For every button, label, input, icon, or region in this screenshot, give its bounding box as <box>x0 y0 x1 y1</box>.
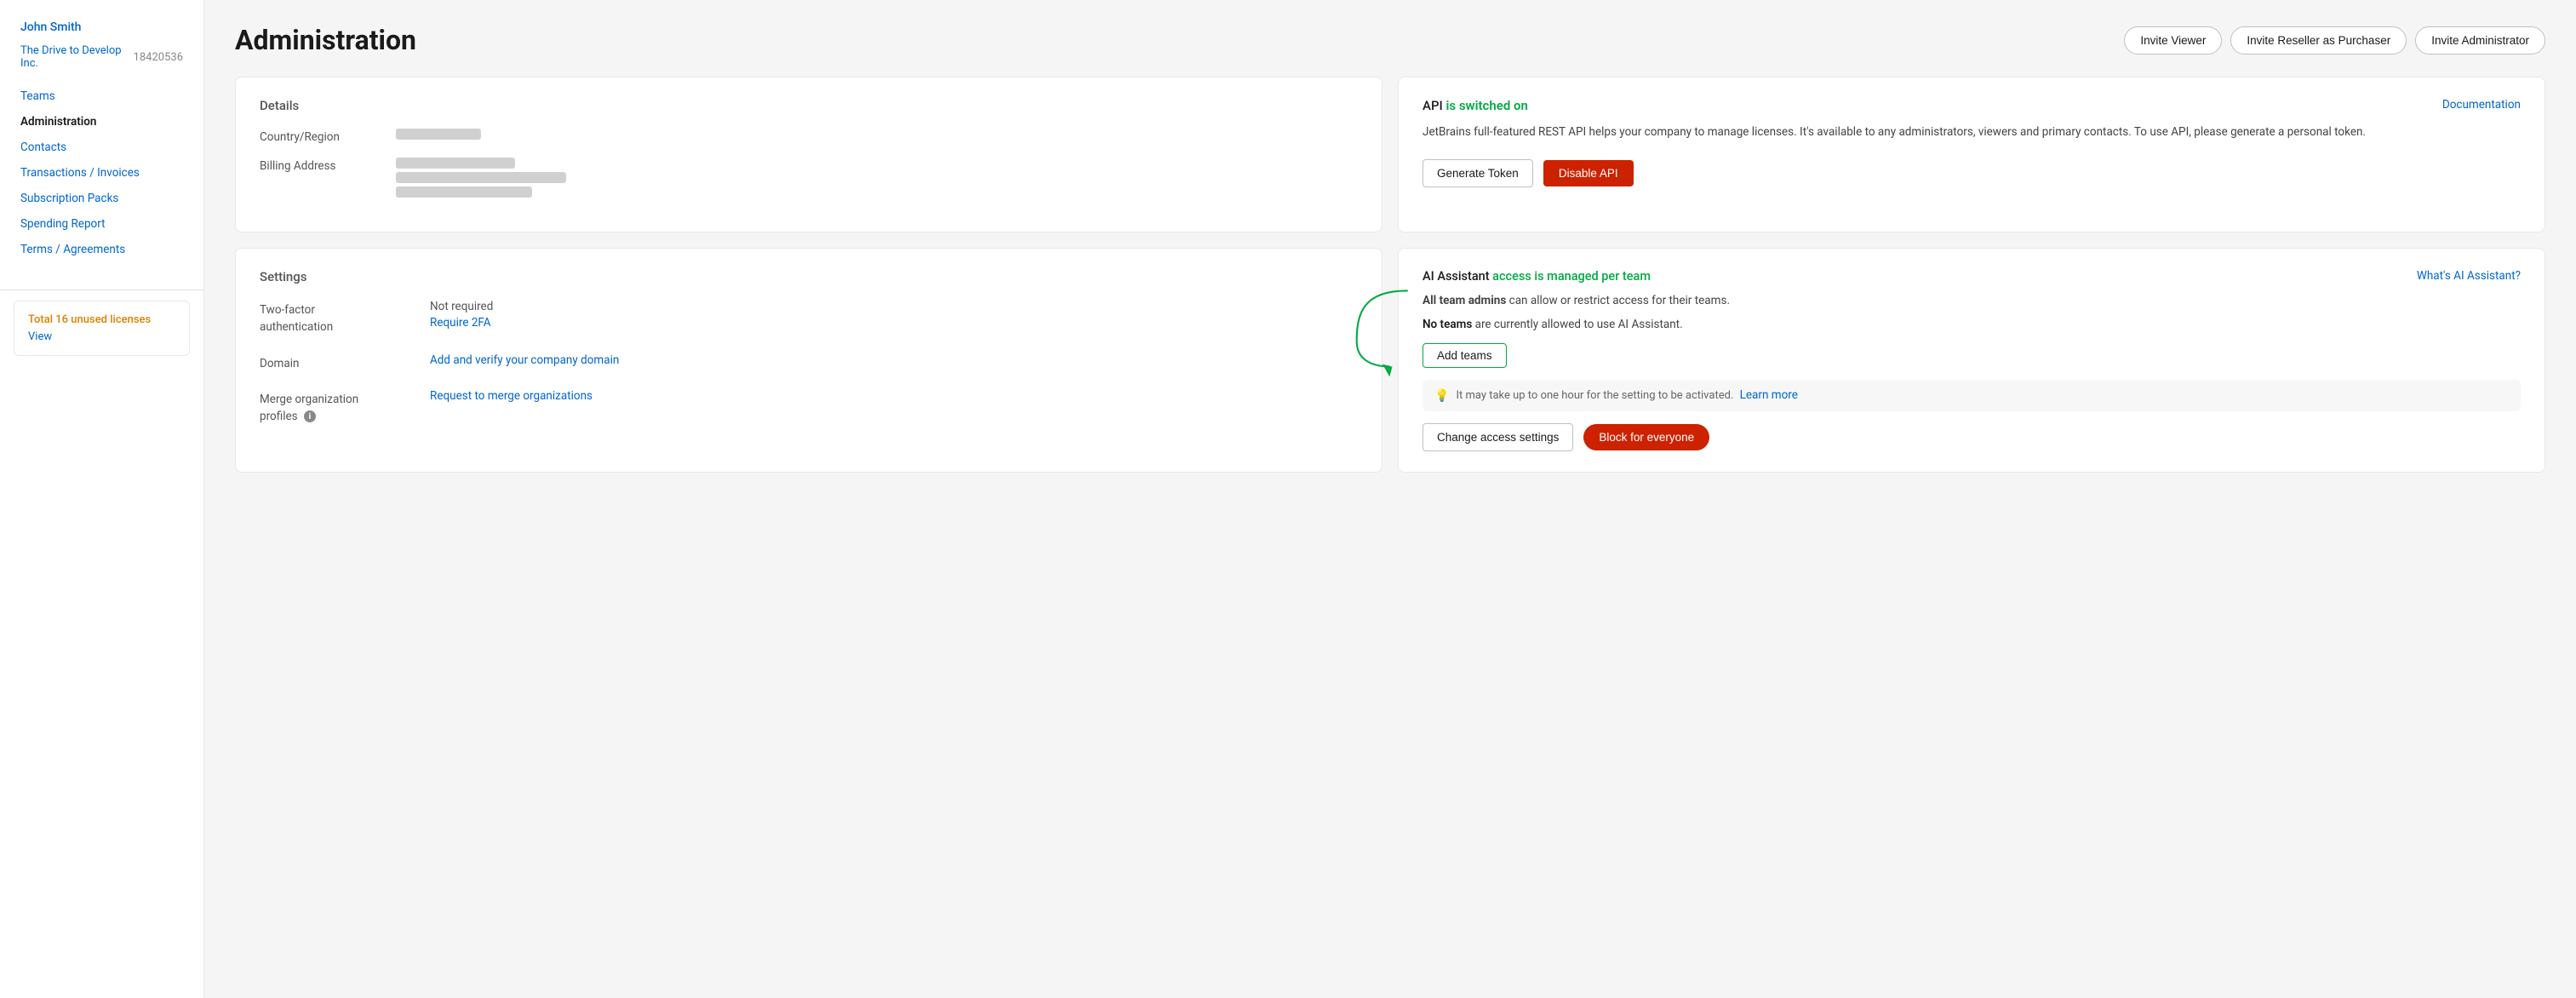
settings-value-merge: Request to merge organizations <box>430 389 592 403</box>
detail-value-country <box>396 129 481 140</box>
sidebar-item-spending-report[interactable]: Spending Report <box>0 211 203 237</box>
ai-status-text: access is managed per team <box>1492 269 1651 284</box>
org-id: 18420536 <box>134 51 183 64</box>
main-header: Administration Invite Viewer Invite Rese… <box>235 24 2545 56</box>
license-total: Total 16 unused licenses <box>28 313 175 326</box>
details-card-title: Details <box>260 98 1358 113</box>
app-layout: John Smith The Drive to Develop Inc. 184… <box>0 0 2576 998</box>
license-view-link[interactable]: View <box>28 330 52 343</box>
detail-row-country: Country/Region <box>260 129 1358 144</box>
ai-no-teams-bold: No teams <box>1423 318 1472 331</box>
ai-title: AI Assistant access is managed per team <box>1423 269 1651 284</box>
learn-more-link[interactable]: Learn more <box>1740 388 1798 402</box>
settings-label-merge: Merge organizationprofiles i <box>260 389 430 426</box>
settings-card: Settings Two-factorauthentication Not re… <box>235 248 1382 473</box>
detail-value-billing <box>396 158 566 198</box>
sidebar-item-subscription-packs[interactable]: Subscription Packs <box>0 186 203 211</box>
user-name-link[interactable]: John Smith <box>20 20 81 34</box>
api-description: JetBrains full-featured REST API helps y… <box>1423 123 2521 142</box>
sidebar-item-transactions[interactable]: Transactions / Invoices <box>0 160 203 186</box>
require-2fa-link[interactable]: Require 2FA <box>430 316 493 330</box>
sidebar-item-terms[interactable]: Terms / Agreements <box>0 237 203 262</box>
page-title: Administration <box>235 24 416 56</box>
main-content: Administration Invite Viewer Invite Rese… <box>204 0 2576 998</box>
billing-blurred-1 <box>396 158 515 169</box>
settings-label-2fa: Two-factorauthentication <box>260 300 430 336</box>
detail-label-billing: Billing Address <box>260 158 396 173</box>
invite-reseller-button[interactable]: Invite Reseller as Purchaser <box>2230 26 2407 54</box>
settings-row-2fa: Two-factorauthentication Not required Re… <box>260 300 1358 336</box>
ai-info-text: It may take up to one hour for the setti… <box>1456 388 1797 402</box>
ai-no-teams-suffix: are currently allowed to use AI Assistan… <box>1472 318 1682 331</box>
invite-admin-button[interactable]: Invite Administrator <box>2415 26 2545 54</box>
billing-blurred-2 <box>396 172 566 183</box>
merge-org-link[interactable]: Request to merge organizations <box>430 389 592 403</box>
bulb-icon: 💡 <box>1434 389 1449 403</box>
sidebar: John Smith The Drive to Develop Inc. 184… <box>0 0 204 998</box>
add-teams-container: Add teams <box>1423 343 1507 368</box>
ai-footer-buttons: Change access settings Block for everyon… <box>1423 423 2521 451</box>
detail-label-country: Country/Region <box>260 129 396 144</box>
sidebar-org: The Drive to Develop Inc. 18420536 <box>0 41 203 83</box>
sidebar-item-contacts[interactable]: Contacts <box>0 135 203 160</box>
api-title-prefix: API <box>1423 98 1446 113</box>
detail-row-billing: Billing Address <box>260 158 1358 198</box>
settings-label-domain: Domain <box>260 353 430 372</box>
ai-desc-team-admins: All team admins can allow or restrict ac… <box>1423 292 2521 311</box>
org-name-link[interactable]: The Drive to Develop Inc. <box>20 44 127 70</box>
merge-info-icon[interactable]: i <box>304 410 316 422</box>
change-access-button[interactable]: Change access settings <box>1423 423 1573 451</box>
api-card: API is switched on Documentation JetBrai… <box>1398 77 2545 232</box>
block-everyone-button[interactable]: Block for everyone <box>1583 424 1709 450</box>
details-card: Details Country/Region Billing Address <box>235 77 1382 232</box>
generate-token-button[interactable]: Generate Token <box>1423 159 1533 187</box>
settings-value-domain: Add and verify your company domain <box>430 353 619 367</box>
api-documentation-link[interactable]: Documentation <box>2442 98 2521 112</box>
sidebar-item-administration: Administration <box>0 109 203 135</box>
settings-row-merge: Merge organizationprofiles i Request to … <box>260 389 1358 426</box>
ai-desc-suffix: can allow or restrict access for their t… <box>1506 294 1730 307</box>
header-buttons: Invite Viewer Invite Reseller as Purchas… <box>2124 26 2545 54</box>
invite-viewer-button[interactable]: Invite Viewer <box>2124 26 2222 54</box>
add-domain-link[interactable]: Add and verify your company domain <box>430 353 619 367</box>
disable-api-button[interactable]: Disable API <box>1543 160 1634 186</box>
license-box: Total 16 unused licenses View <box>14 301 190 356</box>
add-teams-button[interactable]: Add teams <box>1423 343 1507 368</box>
ai-desc-bold: All team admins <box>1423 294 1506 307</box>
sidebar-item-teams[interactable]: Teams <box>0 83 203 109</box>
sidebar-nav: Teams Administration Contacts Transactio… <box>0 83 203 276</box>
api-title: API is switched on <box>1423 98 1528 113</box>
settings-card-title: Settings <box>260 269 1358 284</box>
api-buttons: Generate Token Disable API <box>1423 159 2521 187</box>
billing-blurred-3 <box>396 186 532 198</box>
ai-title-prefix: AI Assistant <box>1423 269 1492 284</box>
cards-grid: Details Country/Region Billing Address <box>235 77 2545 473</box>
settings-value-2fa: Not required Require 2FA <box>430 300 493 330</box>
api-card-header: API is switched on Documentation <box>1423 98 2521 113</box>
2fa-value-text: Not required <box>430 300 493 313</box>
ai-no-teams-note: No teams are currently allowed to use AI… <box>1423 318 2521 331</box>
country-blurred <box>396 129 481 140</box>
settings-row-domain: Domain Add and verify your company domai… <box>260 353 1358 372</box>
sidebar-user: John Smith <box>0 20 203 41</box>
ai-card-header: AI Assistant access is managed per team … <box>1423 269 2521 284</box>
ai-info-box: 💡 It may take up to one hour for the set… <box>1423 380 2521 411</box>
api-status-text: is switched on <box>1446 98 1528 113</box>
ai-assistant-card: AI Assistant access is managed per team … <box>1398 248 2545 473</box>
whats-ai-link[interactable]: What's AI Assistant? <box>2417 269 2521 283</box>
